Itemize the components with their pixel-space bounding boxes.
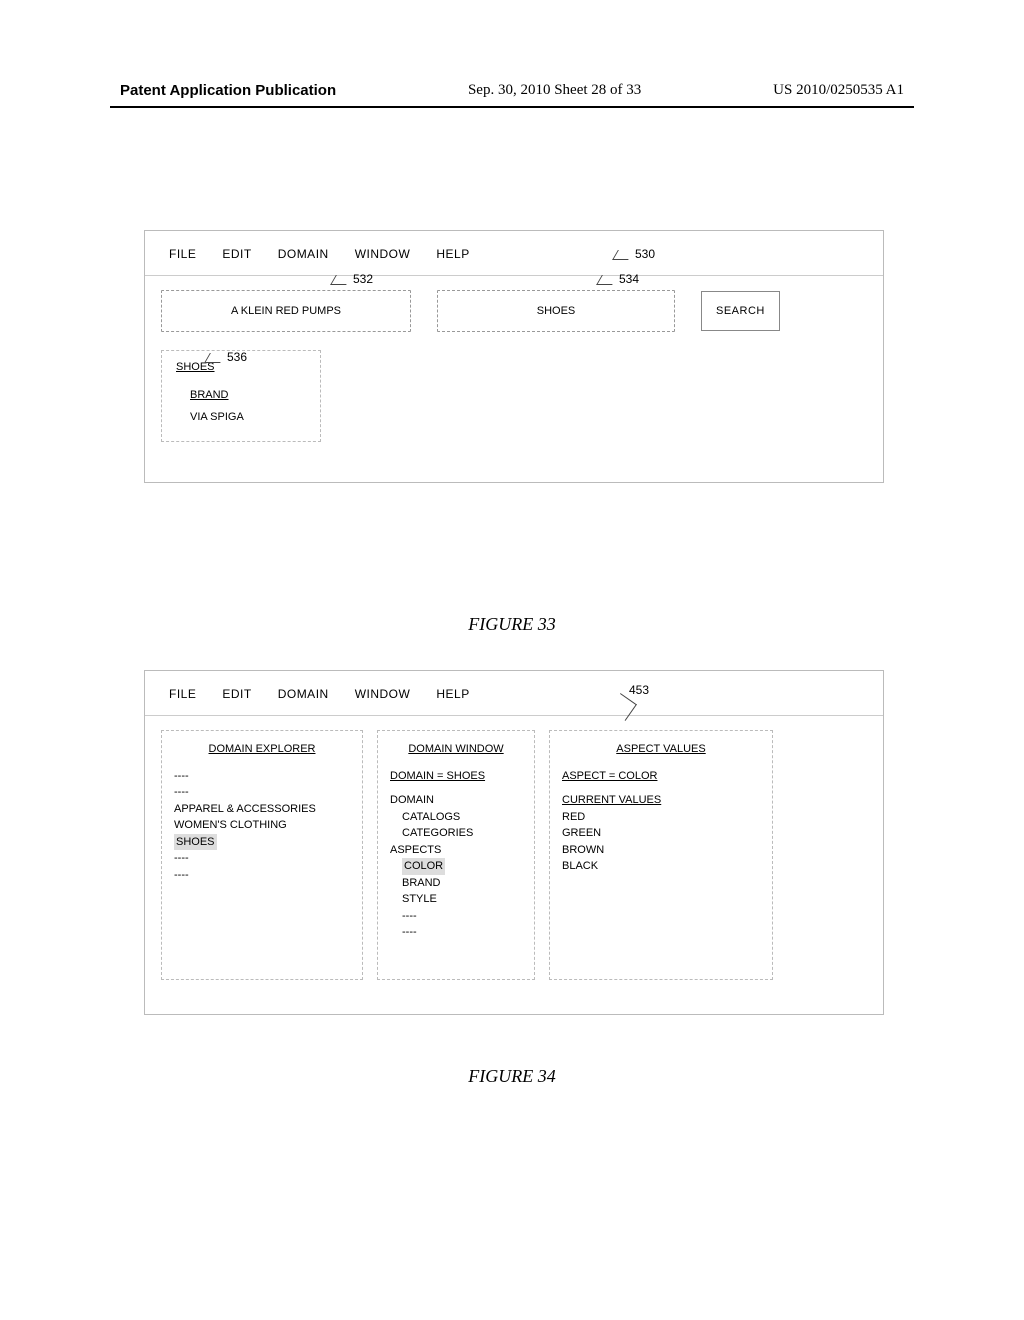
page-header: Patent Application Publication Sep. 30, … (0, 82, 1024, 99)
results-value: VIA SPIGA (190, 411, 306, 423)
list-item[interactable]: STYLE (390, 891, 522, 908)
figure-33-body: 532 534 SEARCH 536 SHOES BRAND VIA SPIGA (145, 276, 883, 482)
list-item-selected[interactable]: SHOES (174, 834, 350, 851)
menu-edit-34[interactable]: EDIT (222, 687, 251, 701)
ref-536: 536 (207, 350, 247, 364)
list-item[interactable]: WOMEN'S CLOTHING (174, 817, 350, 834)
menubar-fig33: FILE EDIT DOMAIN WINDOW HELP (145, 231, 883, 276)
aspects-label: ASPECTS (390, 842, 522, 859)
aspect-values-panel: ASPECT VALUES ASPECT = COLOR CURRENT VAL… (549, 730, 773, 980)
menu-file[interactable]: FILE (169, 247, 196, 261)
menu-help-34[interactable]: HELP (436, 687, 469, 701)
search-row: SEARCH (161, 290, 867, 332)
list-item: ---- (390, 908, 522, 925)
ref-532: 532 (333, 272, 373, 286)
list-item: ---- (174, 784, 350, 801)
ref-530: 530 (615, 247, 655, 261)
figure-33-window: FILE EDIT DOMAIN WINDOW HELP 530 532 534… (144, 230, 884, 483)
list-item-selected[interactable]: COLOR (390, 858, 522, 875)
list-item[interactable]: CATALOGS (390, 809, 522, 826)
menu-window-34[interactable]: WINDOW (355, 687, 411, 701)
figure-34-window: FILE EDIT DOMAIN WINDOW HELP 453 DOMAIN … (144, 670, 884, 1015)
menu-file-34[interactable]: FILE (169, 687, 196, 701)
current-values-label: CURRENT VALUES (562, 792, 760, 809)
header-rule (110, 106, 914, 108)
list-item: ---- (174, 867, 350, 884)
menu-domain[interactable]: DOMAIN (278, 247, 329, 261)
menu-edit[interactable]: EDIT (222, 247, 251, 261)
list-item[interactable]: BLACK (562, 858, 760, 875)
figure-33-caption: FIGURE 33 (0, 614, 1024, 635)
ref-534: 534 (599, 272, 639, 286)
header-left: Patent Application Publication (120, 82, 336, 99)
list-item: ---- (174, 850, 350, 867)
list-item[interactable]: GREEN (562, 825, 760, 842)
domain-explorer-head: DOMAIN EXPLORER (174, 741, 350, 758)
list-item[interactable]: CATEGORIES (390, 825, 522, 842)
list-item[interactable]: RED (562, 809, 760, 826)
menu-window[interactable]: WINDOW (355, 247, 411, 261)
figure-34-body: DOMAIN EXPLORER ---- ---- APPAREL & ACCE… (145, 716, 883, 1014)
ref-453: 453 (629, 683, 649, 697)
list-item[interactable]: BRAND (390, 875, 522, 892)
domain-group-label: DOMAIN (390, 792, 522, 809)
figure-34-caption: FIGURE 34 (0, 1066, 1024, 1087)
list-item: ---- (390, 924, 522, 941)
list-item[interactable]: BROWN (562, 842, 760, 859)
domain-explorer-panel: DOMAIN EXPLORER ---- ---- APPAREL & ACCE… (161, 730, 363, 980)
domain-window-head: DOMAIN WINDOW (390, 741, 522, 758)
results-subtitle: BRAND (190, 389, 306, 401)
domain-line: DOMAIN = SHOES (390, 768, 522, 785)
menu-domain-34[interactable]: DOMAIN (278, 687, 329, 701)
header-center: Sep. 30, 2010 Sheet 28 of 33 (468, 82, 641, 99)
query-input[interactable] (161, 290, 411, 332)
header-right: US 2010/0250535 A1 (773, 82, 904, 99)
list-item[interactable]: APPAREL & ACCESSORIES (174, 801, 350, 818)
search-button[interactable]: SEARCH (701, 291, 780, 331)
list-item: ---- (174, 768, 350, 785)
menubar-fig34: FILE EDIT DOMAIN WINDOW HELP (145, 671, 883, 716)
domain-input[interactable] (437, 290, 675, 332)
menu-help[interactable]: HELP (436, 247, 469, 261)
aspect-values-head: ASPECT VALUES (562, 741, 760, 758)
aspect-line: ASPECT = COLOR (562, 768, 760, 785)
domain-window-panel: DOMAIN WINDOW DOMAIN = SHOES DOMAIN CATA… (377, 730, 535, 980)
